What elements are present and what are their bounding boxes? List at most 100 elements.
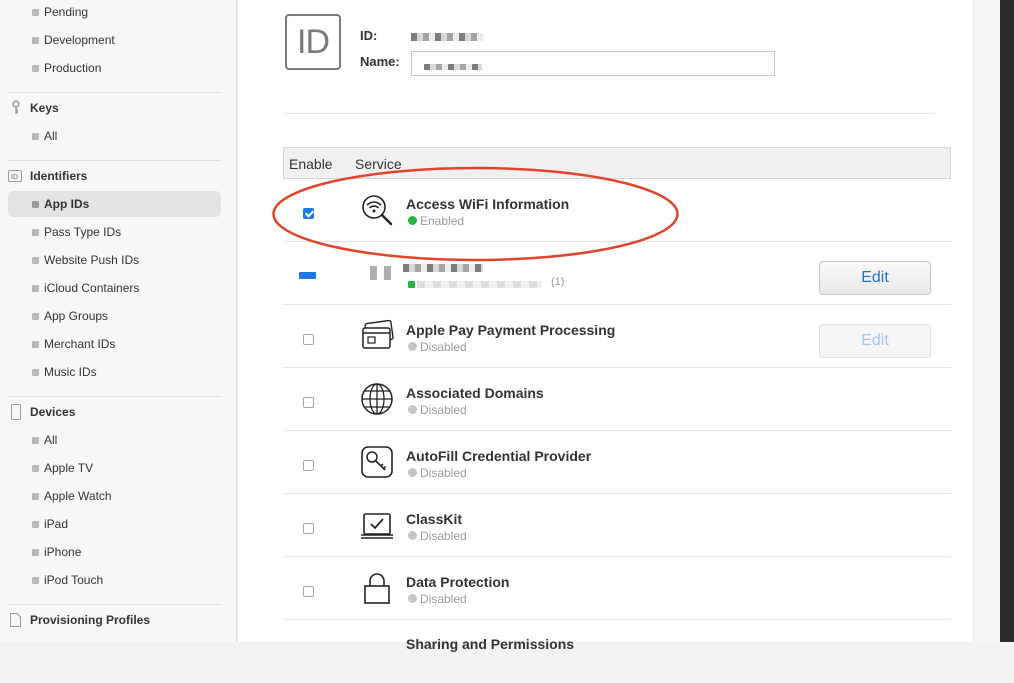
sidebar-item-pass-type-ids[interactable]: Pass Type IDs xyxy=(8,219,221,245)
service-row-sharing: Sharing and Permissions xyxy=(283,620,951,683)
service-row-associated-domains: Associated Domains Disabled xyxy=(283,368,951,431)
bullet-icon xyxy=(32,493,39,500)
id-label: ID: xyxy=(360,28,378,43)
bullet-icon xyxy=(32,9,39,16)
sidebar-item-development[interactable]: Development xyxy=(8,27,221,53)
bullet-icon xyxy=(32,369,39,376)
sidebar-item-apple-tv[interactable]: Apple TV xyxy=(8,455,221,481)
redacted-service-name xyxy=(403,264,483,272)
service-name: ClassKit xyxy=(406,511,463,527)
lock-icon xyxy=(364,573,390,604)
status-dot xyxy=(408,594,417,603)
service-row-data-protection: Data Protection Disabled xyxy=(283,557,951,620)
enable-checkbox[interactable] xyxy=(303,334,314,345)
bullet-icon xyxy=(32,313,39,320)
status-dot xyxy=(408,531,417,540)
bullet-icon xyxy=(32,521,39,528)
edit-button[interactable]: Edit xyxy=(819,324,931,358)
service-name: Sharing and Permissions xyxy=(406,636,575,652)
service-column-header: Service xyxy=(355,156,402,172)
service-status: Disabled xyxy=(420,529,467,543)
service-status: Disabled xyxy=(420,403,467,417)
main-panel: ID ID: Name: Enable Service Access WiFi … xyxy=(238,0,973,652)
sidebar-section-keys: Keys xyxy=(8,95,221,121)
payment-card-icon xyxy=(362,319,394,349)
service-row-redacted: (1) Edit xyxy=(283,242,951,305)
service-status: Disabled xyxy=(420,340,467,354)
sidebar-item-website-push-ids[interactable]: Website Push IDs xyxy=(8,247,221,273)
sidebar-divider xyxy=(8,160,221,161)
name-field[interactable] xyxy=(411,51,775,76)
bullet-icon xyxy=(32,549,39,556)
sidebar-item-icloud-containers[interactable]: iCloud Containers xyxy=(8,275,221,301)
status-dot xyxy=(408,405,417,414)
sidebar-section-provisioning-profiles[interactable]: Provisioning Profiles xyxy=(8,607,221,633)
service-status: Disabled xyxy=(420,592,467,606)
enable-checkbox[interactable] xyxy=(303,523,314,534)
window-edge xyxy=(1000,0,1014,642)
enable-checkbox[interactable] xyxy=(303,460,314,471)
sidebar-item-production[interactable]: Production xyxy=(8,55,221,81)
key-icon xyxy=(361,446,393,478)
section-divider xyxy=(283,113,935,114)
window-margin xyxy=(973,0,1000,642)
service-status: Disabled xyxy=(420,466,467,480)
service-name: Access WiFi Information xyxy=(406,196,570,212)
redacted-id-value xyxy=(411,33,483,41)
sidebar: Pending Development Production Keys All … xyxy=(0,0,237,642)
service-name: AutoFill Credential Provider xyxy=(406,448,592,464)
enable-checkbox[interactable] xyxy=(303,397,314,408)
sidebar-item-pending[interactable]: Pending xyxy=(8,0,221,25)
sidebar-divider xyxy=(8,92,221,93)
enable-checkbox[interactable] xyxy=(303,208,314,219)
redacted-icon xyxy=(370,266,392,280)
bullet-icon xyxy=(32,437,39,444)
sidebar-item-keys-all[interactable]: All xyxy=(8,123,221,149)
partial-enable-checkbox[interactable] xyxy=(299,272,316,279)
bullet-icon xyxy=(32,201,39,208)
phone-icon xyxy=(11,404,21,420)
enable-column-header: Enable xyxy=(289,156,333,172)
sidebar-item-app-groups[interactable]: App Groups xyxy=(8,303,221,329)
service-name: Apple Pay Payment Processing xyxy=(406,322,616,338)
id-badge-icon: ID xyxy=(8,170,22,182)
sidebar-item-iphone[interactable]: iPhone xyxy=(8,539,221,565)
status-dot xyxy=(408,342,417,351)
service-status: Enabled xyxy=(420,214,465,228)
edit-button[interactable]: Edit xyxy=(819,261,931,295)
enable-checkbox[interactable] xyxy=(303,586,314,597)
sidebar-item-app-ids[interactable]: App IDs xyxy=(8,191,221,217)
service-row-access-wifi: Access WiFi Information Enabled xyxy=(283,179,951,242)
bullet-icon xyxy=(32,341,39,348)
wifi-search-icon xyxy=(362,195,393,226)
sidebar-item-merchant-ids[interactable]: Merchant IDs xyxy=(8,331,221,357)
status-dot xyxy=(408,281,415,288)
sidebar-section-identifiers: ID Identifiers xyxy=(8,163,221,189)
service-name: Data Protection xyxy=(406,574,510,590)
sidebar-item-ipad[interactable]: iPad xyxy=(8,511,221,537)
bullet-icon xyxy=(32,133,39,140)
name-label: Name: xyxy=(360,54,400,69)
bullet-icon xyxy=(32,37,39,44)
redacted-service-status xyxy=(417,281,542,288)
sidebar-item-apple-watch[interactable]: Apple Watch xyxy=(8,483,221,509)
sidebar-item-devices-all[interactable]: All xyxy=(8,427,221,453)
bullet-icon xyxy=(32,465,39,472)
service-name: Associated Domains xyxy=(406,385,544,401)
sidebar-item-ipod-touch[interactable]: iPod Touch xyxy=(8,567,221,593)
service-row-autofill: AutoFill Credential Provider Disabled xyxy=(283,431,951,494)
bullet-icon xyxy=(32,285,39,292)
globe-icon xyxy=(361,383,393,415)
service-row-apple-pay: Apple Pay Payment Processing Disabled Ed… xyxy=(283,305,951,368)
status-dot xyxy=(408,216,417,225)
sidebar-divider xyxy=(8,396,221,397)
svg-text:ID: ID xyxy=(11,174,18,181)
document-icon xyxy=(10,613,21,627)
key-icon xyxy=(12,100,20,114)
classkit-icon xyxy=(361,513,393,539)
redacted-name-value xyxy=(424,64,482,70)
status-dot xyxy=(408,468,417,477)
sidebar-item-music-ids[interactable]: Music IDs xyxy=(8,359,221,385)
bullet-icon xyxy=(32,65,39,72)
bullet-icon xyxy=(32,577,39,584)
